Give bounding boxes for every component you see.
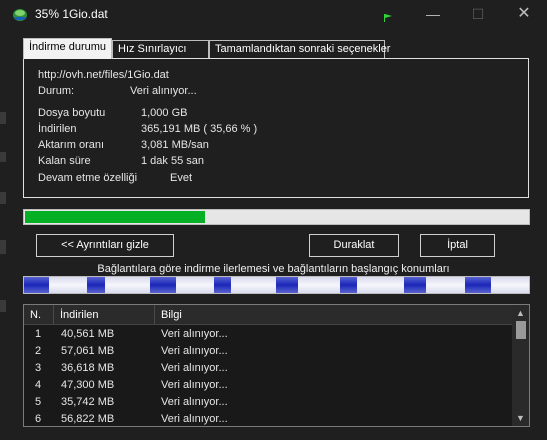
download-status-panel: http://ovh.net/files/1Gio.dat Durum: Ver… xyxy=(23,58,529,198)
file-size-value: 1,000 GB xyxy=(141,107,188,119)
column-header-number[interactable]: N. xyxy=(24,305,54,325)
tab-download-status[interactable]: İndirme durumu xyxy=(23,38,112,59)
transfer-rate-value: 3,081 MB/san xyxy=(141,139,209,151)
row-info: Veri alınıyor... xyxy=(161,328,228,340)
idm-globe-icon xyxy=(13,9,27,21)
connections-progress-bar xyxy=(23,276,530,294)
background-window-edge xyxy=(0,240,6,254)
tab-after-completion-options[interactable]: Tamamlandıktan sonraki seçenekler xyxy=(209,40,390,58)
chevron-down-icon[interactable]: ▼ xyxy=(512,411,529,425)
download-progress-fill xyxy=(25,211,206,223)
row-info: Veri alınıyor... xyxy=(161,362,228,374)
table-scrollbar[interactable]: ▲ ▼ xyxy=(512,305,529,426)
row-number: 4 xyxy=(35,379,42,391)
row-info: Veri alınıyor... xyxy=(161,379,228,391)
background-window-edge xyxy=(0,300,6,312)
download-progress-bar xyxy=(23,209,530,225)
download-url: http://ovh.net/files/1Gio.dat xyxy=(38,69,169,81)
window-title: 35% 1Gio.dat xyxy=(35,7,108,21)
connection-segment xyxy=(87,277,105,293)
tab-speed-limiter[interactable]: Hız Sınırlayıcı xyxy=(112,40,209,58)
pause-button[interactable]: Duraklat xyxy=(309,234,399,257)
maximize-button[interactable]: ☐ xyxy=(455,0,501,30)
connection-segment xyxy=(276,277,298,293)
transfer-rate-label: Aktarım oranı xyxy=(38,139,105,151)
row-number: 5 xyxy=(35,396,42,408)
time-remaining-value: 1 dak 55 san xyxy=(141,155,204,167)
chevron-up-icon[interactable]: ▲ xyxy=(512,306,529,320)
connection-segment xyxy=(150,277,176,293)
file-size-label: Dosya boyutu xyxy=(38,107,106,119)
cancel-button[interactable]: İptal xyxy=(420,234,495,257)
time-remaining-label: Kalan süre xyxy=(38,155,91,167)
row-info: Veri alınıyor... xyxy=(161,413,228,425)
connection-segment xyxy=(214,277,231,293)
row-downloaded: 57,061 MB xyxy=(61,345,115,357)
table-row[interactable]: 5 35,742 MB Veri alınıyor... xyxy=(24,394,512,411)
green-flag-icon xyxy=(384,14,392,22)
scrollbar-thumb[interactable] xyxy=(516,321,526,339)
connections-table[interactable]: N. İndirilen Bilgi 1 40,561 MB Veri alın… xyxy=(23,304,530,427)
table-row[interactable]: 6 56,822 MB Veri alınıyor... xyxy=(24,411,512,426)
row-number: 1 xyxy=(35,328,42,340)
table-row[interactable]: 4 47,300 MB Veri alınıyor... xyxy=(24,377,512,394)
table-body: 1 40,561 MB Veri alınıyor... 2 57,061 MB… xyxy=(24,326,512,426)
table-header: N. İndirilen Bilgi xyxy=(24,305,512,325)
row-downloaded: 56,822 MB xyxy=(61,413,115,425)
background-window-edge xyxy=(0,112,6,124)
row-downloaded: 35,742 MB xyxy=(61,396,115,408)
background-window-edge xyxy=(0,192,6,204)
downloaded-value: 365,191 MB ( 35,66 % ) xyxy=(141,123,258,135)
table-row[interactable]: 2 57,061 MB Veri alınıyor... xyxy=(24,343,512,360)
connection-segment xyxy=(340,277,357,293)
table-row[interactable]: 1 40,561 MB Veri alınıyor... xyxy=(24,326,512,343)
table-row[interactable]: 3 36,618 MB Veri alınıyor... xyxy=(24,360,512,377)
state-value: Veri alınıyor... xyxy=(130,85,197,97)
resume-capability-label: Devam etme özelliği xyxy=(38,172,138,184)
background-window-edge xyxy=(0,152,6,162)
resume-capability-value: Evet xyxy=(170,172,193,184)
hide-details-button[interactable]: << Ayrıntıları gizle xyxy=(36,234,174,257)
minimize-button[interactable]: — xyxy=(410,0,456,30)
state-label: Durum: xyxy=(38,85,75,97)
downloaded-label: İndirilen xyxy=(38,123,77,135)
column-header-downloaded[interactable]: İndirilen xyxy=(54,305,155,325)
row-downloaded: 47,300 MB xyxy=(61,379,115,391)
row-info: Veri alınıyor... xyxy=(161,396,228,408)
connection-segment xyxy=(465,277,491,293)
column-header-info[interactable]: Bilgi xyxy=(155,305,512,325)
close-button[interactable]: ✕ xyxy=(501,0,547,30)
connections-caption: Bağlantılara göre indirme ilerlemesi ve … xyxy=(97,263,450,275)
row-info: Veri alınıyor... xyxy=(161,345,228,357)
row-downloaded: 40,561 MB xyxy=(61,328,115,340)
connection-segment xyxy=(24,277,49,293)
row-number: 2 xyxy=(35,345,42,357)
connection-segment xyxy=(404,277,426,293)
row-number: 3 xyxy=(35,362,42,374)
row-downloaded: 36,618 MB xyxy=(61,362,115,374)
row-number: 6 xyxy=(35,413,42,425)
title-bar[interactable]: 35% 1Gio.dat — ☐ ✕ xyxy=(0,0,547,30)
